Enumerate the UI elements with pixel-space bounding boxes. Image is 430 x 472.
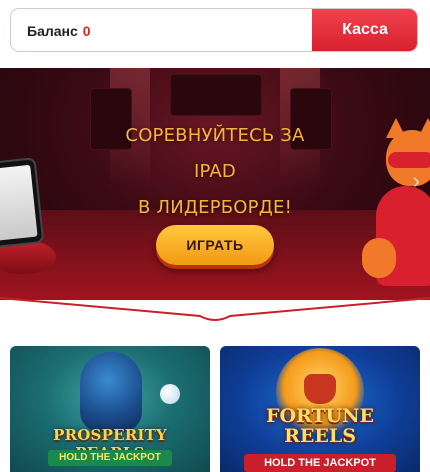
- game-card-prosperity-pearls[interactable]: PROSPERITY PEARLS HOLD THE JACKPOT: [10, 346, 210, 472]
- pearl-art: [160, 384, 180, 404]
- banner-title-line-1: СОРЕВНУЙТЕСЬ ЗА: [125, 125, 305, 146]
- game-title-line-1: FORTUNE: [265, 405, 375, 427]
- game-subtitle: HOLD THE JACKPOT: [48, 450, 172, 466]
- kassa-button[interactable]: Касса: [312, 9, 417, 51]
- game-card-fortune-reels[interactable]: FORTUNE REELS HOLD THE JACKPOT: [220, 346, 420, 472]
- banner-title: СОРЕВНУЙТЕСЬ ЗА IPAD В ЛИДЕРБОРДЕ!: [100, 118, 330, 226]
- banner-title-line-2: IPAD: [194, 161, 236, 182]
- game-title-line-2: REELS: [284, 425, 356, 447]
- play-button[interactable]: ИГРАТЬ: [156, 225, 274, 265]
- balance-value: 0: [82, 23, 91, 39]
- stage-screen-decoration: [170, 74, 262, 116]
- chevron-right-icon[interactable]: ›: [413, 168, 420, 194]
- banner-title-line-3: В ЛИДЕРБОРДЕ!: [138, 197, 292, 218]
- game-title: FORTUNE REELS: [226, 406, 414, 446]
- promo-banner[interactable]: СОРЕВНУЙТЕСЬ ЗА IPAD В ЛИДЕРБОРДЕ! ИГРАТ…: [0, 68, 430, 300]
- dragon-art: [80, 352, 142, 432]
- section-divider: [0, 297, 430, 321]
- ipad-prize-image: [0, 157, 45, 249]
- cat-mascot-image: [362, 118, 430, 293]
- balance-label: Баланс: [27, 23, 78, 39]
- balance-display: Баланс 0: [27, 9, 91, 51]
- game-subtitle: HOLD THE JACKPOT: [244, 454, 396, 472]
- balance-bar: Баланс 0 Касса: [10, 8, 418, 52]
- ox-art: [304, 374, 336, 404]
